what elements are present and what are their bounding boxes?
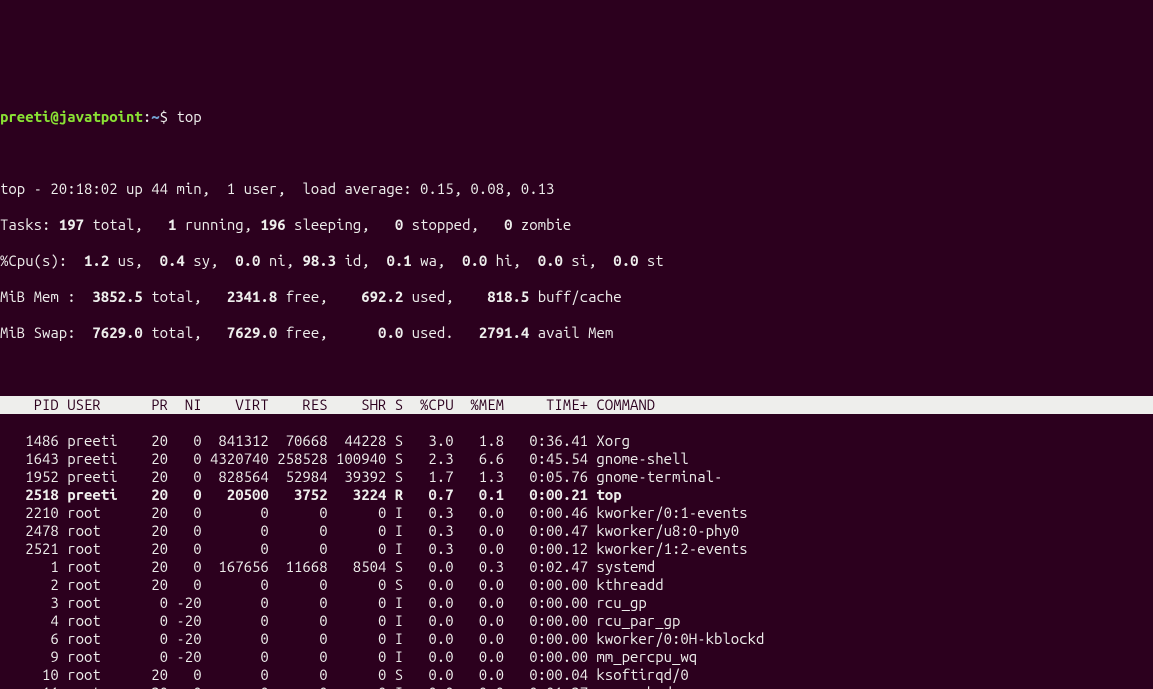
- cpu-si-l: si,: [563, 252, 613, 269]
- tasks-running-l: running,: [176, 216, 260, 233]
- terminal[interactable]: preeti@javatpoint:~$ top top - 20:18:02 …: [0, 90, 1153, 689]
- cpu-hi-l: hi,: [487, 252, 537, 269]
- cpu-pre: %Cpu(s):: [0, 252, 84, 269]
- cpu-sy-l: sy,: [185, 252, 235, 269]
- process-row[interactable]: 1643 preeti 20 0 4320740 258528 100940 S…: [0, 450, 1153, 468]
- process-row[interactable]: 1 root 20 0 167656 11668 8504 S 0.0 0.3 …: [0, 558, 1153, 576]
- mem-used-l: used,: [403, 288, 487, 305]
- tasks-pre: Tasks:: [0, 216, 59, 233]
- mem-free: 2341.8: [227, 288, 277, 305]
- swap-avail: 2791.4: [479, 324, 529, 341]
- process-row[interactable]: 10 root 20 0 0 0 0 S 0.0 0.0 0:00.04 kso…: [0, 666, 1153, 684]
- process-list[interactable]: 1486 preeti 20 0 841312 70668 44228 S 3.…: [0, 432, 1153, 689]
- process-row[interactable]: 2 root 20 0 0 0 0 S 0.0 0.0 0:00.00 kthr…: [0, 576, 1153, 594]
- tasks-total: 197: [59, 216, 84, 233]
- prompt-user: preeti@javatpoint: [0, 108, 143, 125]
- summary-uptime: top - 20:18:02 up 44 min, 1 user, load a…: [0, 180, 1153, 198]
- cpu-wa-l: wa,: [412, 252, 462, 269]
- summary-tasks: Tasks: 197 total, 1 running, 196 sleepin…: [0, 216, 1153, 234]
- blank-line-2: [0, 360, 1153, 378]
- mem-pre: MiB Mem :: [0, 288, 92, 305]
- cpu-st-l: st: [639, 252, 664, 269]
- process-row[interactable]: 6 root 0 -20 0 0 0 I 0.0 0.0 0:00.00 kwo…: [0, 630, 1153, 648]
- cpu-sy: 0.4: [160, 252, 185, 269]
- cpu-st: 0.0: [613, 252, 638, 269]
- swap-avail-l: avail Mem: [529, 324, 613, 341]
- prompt-sep: :: [143, 108, 151, 125]
- cpu-ni-l: ni,: [260, 252, 302, 269]
- process-row[interactable]: 9 root 0 -20 0 0 0 I 0.0 0.0 0:00.00 mm_…: [0, 648, 1153, 666]
- mem-used: 692.2: [361, 288, 403, 305]
- command-input[interactable]: top: [176, 108, 201, 125]
- process-row[interactable]: 2521 root 20 0 0 0 0 I 0.3 0.0 0:00.12 k…: [0, 540, 1153, 558]
- process-row[interactable]: 2478 root 20 0 0 0 0 I 0.3 0.0 0:00.47 k…: [0, 522, 1153, 540]
- swap-total: 7629.0: [92, 324, 142, 341]
- tasks-stopped: 0: [395, 216, 403, 233]
- tasks-sleeping: 196: [260, 216, 285, 233]
- mem-buff: 818.5: [487, 288, 529, 305]
- cpu-us: 1.2: [84, 252, 109, 269]
- cpu-si: 0.0: [538, 252, 563, 269]
- swap-used: 0.0: [378, 324, 403, 341]
- blank-line: [0, 144, 1153, 162]
- swap-total-l: total,: [143, 324, 227, 341]
- process-row[interactable]: 1486 preeti 20 0 841312 70668 44228 S 3.…: [0, 432, 1153, 450]
- cpu-id-l: id,: [336, 252, 386, 269]
- tasks-zombie-l: zombie: [512, 216, 571, 233]
- mem-free-l: free,: [277, 288, 361, 305]
- swap-free: 7629.0: [227, 324, 277, 341]
- prompt-line: preeti@javatpoint:~$ top: [0, 108, 1153, 126]
- tasks-sleeping-l: sleeping,: [286, 216, 395, 233]
- process-row[interactable]: 1952 preeti 20 0 828564 52984 39392 S 1.…: [0, 468, 1153, 486]
- cpu-wa: 0.1: [386, 252, 411, 269]
- tasks-stopped-l: stopped,: [403, 216, 504, 233]
- process-row[interactable]: 2518 preeti 20 0 20500 3752 3224 R 0.7 0…: [0, 486, 1153, 504]
- cpu-id: 98.3: [302, 252, 336, 269]
- mem-total: 3852.5: [92, 288, 142, 305]
- summary-mem: MiB Mem : 3852.5 total, 2341.8 free, 692…: [0, 288, 1153, 306]
- tasks-total-l: total,: [84, 216, 168, 233]
- prompt-symbol: $: [160, 108, 168, 125]
- cpu-hi: 0.0: [462, 252, 487, 269]
- swap-used-l: used.: [403, 324, 479, 341]
- swap-free-l: free,: [277, 324, 378, 341]
- mem-buff-l: buff/cache: [529, 288, 621, 305]
- summary-cpu: %Cpu(s): 1.2 us, 0.4 sy, 0.0 ni, 98.3 id…: [0, 252, 1153, 270]
- process-row[interactable]: 2210 root 20 0 0 0 0 I 0.3 0.0 0:00.46 k…: [0, 504, 1153, 522]
- process-header[interactable]: PID USER PR NI VIRT RES SHR S %CPU %MEM …: [0, 396, 1153, 414]
- cpu-us-l: us,: [109, 252, 159, 269]
- process-row[interactable]: 11 root 20 0 0 0 0 I 0.0 0.0 0:01.27 rcu…: [0, 684, 1153, 689]
- process-row[interactable]: 3 root 0 -20 0 0 0 I 0.0 0.0 0:00.00 rcu…: [0, 594, 1153, 612]
- process-row[interactable]: 4 root 0 -20 0 0 0 I 0.0 0.0 0:00.00 rcu…: [0, 612, 1153, 630]
- summary-swap: MiB Swap: 7629.0 total, 7629.0 free, 0.0…: [0, 324, 1153, 342]
- cpu-ni: 0.0: [235, 252, 260, 269]
- mem-total-l: total,: [143, 288, 227, 305]
- prompt-cwd: ~: [151, 108, 159, 125]
- swap-pre: MiB Swap:: [0, 324, 92, 341]
